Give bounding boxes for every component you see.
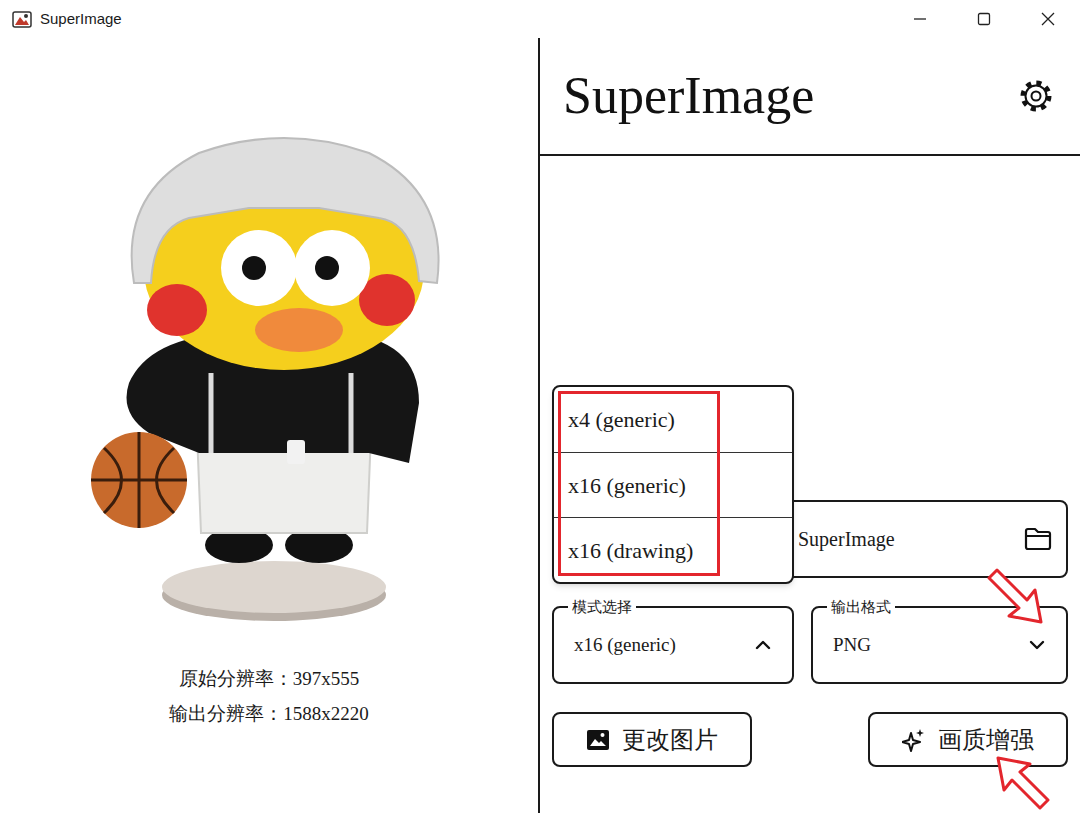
mode-option-label: x16 (generic)	[568, 469, 686, 502]
app-window: SuperImage	[0, 0, 1080, 813]
original-resolution: 原始分辨率：397x555	[179, 661, 360, 696]
mode-select[interactable]: 模式选择 x16 (generic) x4 (generic)x16 (gene…	[552, 606, 794, 684]
maximize-button[interactable]	[952, 0, 1016, 38]
settings-button[interactable]	[1018, 78, 1054, 114]
gear-icon	[1019, 79, 1053, 113]
format-select-value: PNG	[833, 631, 871, 660]
close-button[interactable]	[1016, 0, 1080, 38]
preview-pane: 原始分辨率：397x555 输出分辨率：1588x2220	[0, 38, 538, 813]
mode-option-label: x4 (generic)	[568, 403, 675, 436]
maximize-icon	[977, 12, 991, 26]
minimize-button[interactable]	[888, 0, 952, 38]
window-title: SuperImage	[40, 9, 122, 29]
button-label: 更改图片	[622, 725, 718, 755]
output-resolution: 输出分辨率：1588x2220	[169, 696, 369, 731]
sparkle-icon	[902, 728, 926, 752]
app-title: SuperImage	[563, 64, 814, 128]
mode-option[interactable]: x16 (generic)	[554, 452, 792, 517]
highlight-box	[558, 391, 720, 576]
minimize-icon	[913, 12, 927, 26]
control-pane: SuperImage SuperImage	[538, 38, 1080, 813]
mode-select-value: x16 (generic)	[574, 631, 676, 660]
header: SuperImage	[540, 38, 1080, 156]
close-icon	[1041, 12, 1055, 26]
chevron-icon	[754, 636, 772, 654]
preview-image	[89, 133, 449, 623]
format-select[interactable]: 输出格式 PNG	[811, 606, 1068, 684]
enhance-button[interactable]: 画质增强	[868, 712, 1068, 767]
chevron-icon	[1028, 636, 1046, 654]
annotation-arrow-icon	[983, 564, 1043, 624]
button-label: 画质增强	[938, 725, 1034, 755]
app-icon	[12, 9, 32, 29]
format-select-label: 输出格式	[827, 597, 895, 617]
title-bar: SuperImage	[0, 0, 1080, 38]
change-image-button[interactable]: 更改图片	[552, 712, 752, 767]
mode-option[interactable]: x16 (drawing)	[554, 517, 792, 582]
folder-icon[interactable]	[1024, 527, 1052, 551]
mode-option[interactable]: x4 (generic)	[554, 387, 792, 452]
mode-select-label: 模式选择	[568, 597, 636, 617]
mode-option-label: x16 (drawing)	[568, 534, 693, 567]
image-icon	[586, 729, 610, 751]
output-folder-value: SuperImage	[798, 524, 895, 554]
mode-menu: x4 (generic) x16 (generic) x16 (drawing)	[552, 385, 794, 584]
annotation-arrow-icon	[996, 756, 1056, 811]
